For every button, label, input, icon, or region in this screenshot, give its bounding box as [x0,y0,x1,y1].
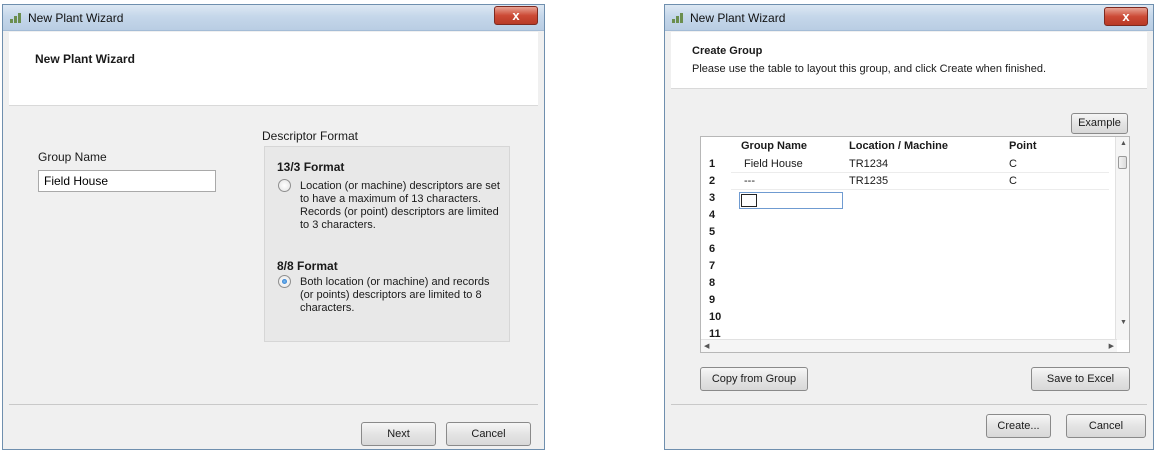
descriptor-format-group: 13/3 Format Location (or machine) descri… [264,146,510,342]
page-title: New Plant Wizard [35,52,135,66]
row-number: 3 [709,192,716,204]
column-header[interactable]: Location / Machine [849,140,948,152]
scroll-arrow-icon[interactable]: ▼ [1120,319,1127,326]
row-divider [731,172,1109,173]
page-title: Create Group [692,45,763,57]
table-cell[interactable]: C [1009,175,1017,187]
horizontal-scrollbar[interactable]: ◀ ▶ [701,339,1117,352]
format-13-3-description: Location (or machine) descriptors are se… [300,180,500,231]
footer-divider [9,404,538,405]
footer-divider [671,404,1147,405]
row-number: 8 [709,277,716,289]
format-8-8-title: 8/8 Format [277,259,338,273]
group-layout-table[interactable]: Group Name Location / Machine Point 1 2 … [700,136,1130,353]
cancel-button[interactable]: Cancel [1066,414,1146,438]
row-number: 5 [709,226,716,238]
window-title: New Plant Wizard [28,11,124,25]
save-to-excel-button[interactable]: Save to Excel [1031,367,1130,391]
copy-from-group-button[interactable]: Copy from Group [700,367,808,391]
title-bar[interactable]: New Plant Wizard x [3,5,544,31]
cancel-button[interactable]: Cancel [446,422,531,446]
window-title: New Plant Wizard [690,11,786,25]
table-cell[interactable]: C [1009,158,1017,170]
group-name-input[interactable] [38,170,216,192]
app-icon [672,13,684,23]
new-plant-wizard-window: New Plant Wizard x New Plant Wizard Grou… [2,4,545,450]
create-group-window: New Plant Wizard x Create Group Please u… [664,4,1154,450]
column-header[interactable]: Group Name [741,140,807,152]
row-number: 4 [709,209,716,221]
row-number: 9 [709,294,716,306]
title-bar[interactable]: New Plant Wizard x [665,5,1153,31]
row-number: 2 [709,175,716,187]
close-icon[interactable]: x [1104,7,1148,26]
format-13-3-title: 13/3 Format [277,160,345,174]
radio-icon[interactable] [278,179,291,192]
scroll-arrow-icon[interactable]: ▶ [1109,342,1114,350]
table-cell[interactable]: TR1235 [849,175,888,187]
column-header[interactable]: Point [1009,140,1037,152]
next-button[interactable]: Next [361,422,436,446]
group-name-label: Group Name [38,150,107,164]
edit-cursor [741,194,757,207]
descriptor-format-label: Descriptor Format [262,129,359,143]
row-number: 6 [709,243,716,255]
page-subtitle: Please use the table to layout this grou… [692,63,1047,75]
table-cell[interactable]: Field House [744,158,803,170]
wizard-header: Create Group Please use the table to lay… [671,32,1147,89]
scroll-arrow-icon[interactable]: ◀ [704,342,709,350]
wizard-header: New Plant Wizard [9,32,538,106]
app-icon [10,13,22,23]
scroll-arrow-icon[interactable]: ▲ [1120,140,1127,147]
row-divider [731,189,1109,190]
table-cell[interactable]: --- [744,175,755,187]
radio-icon[interactable] [278,275,291,288]
create-button[interactable]: Create... [986,414,1051,438]
example-button[interactable]: Example [1071,113,1128,134]
scroll-thumb[interactable] [1118,156,1127,169]
close-icon[interactable]: x [494,6,538,25]
row-number: 7 [709,260,716,272]
vertical-scrollbar[interactable]: ▲ ▼ [1115,137,1129,340]
row-number: 1 [709,158,716,170]
table-cell[interactable]: TR1234 [849,158,888,170]
format-8-8-description: Both location (or machine) and records (… [300,276,490,314]
row-number: 10 [709,311,722,323]
